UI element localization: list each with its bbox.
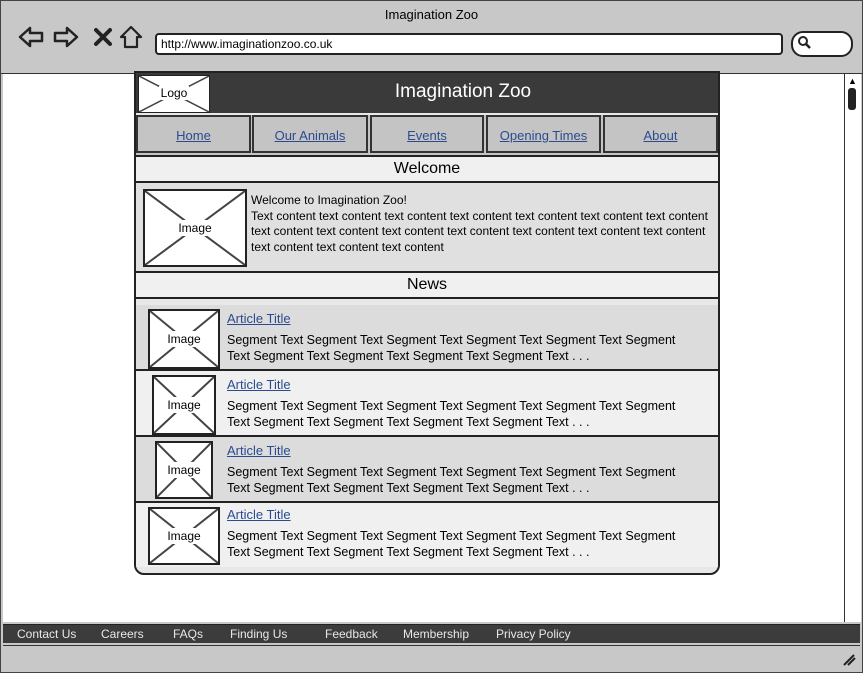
forward-arrow-icon[interactable]	[52, 23, 80, 51]
article-image-label: Image	[164, 331, 204, 347]
article-text: Segment Text Segment Text Segment Text S…	[227, 465, 676, 495]
site-title: Imagination Zoo	[394, 81, 532, 102]
logo-label: Logo	[158, 86, 190, 100]
article-title-link[interactable]: Article Title	[227, 443, 291, 458]
welcome-section: Image Welcome to Imagination Zoo! Text c…	[136, 183, 718, 271]
article-image: Image	[148, 309, 220, 369]
home-icon[interactable]	[117, 23, 145, 51]
article-image-label: Image	[164, 397, 204, 413]
site-header: Logo Imagination Zoo	[136, 73, 718, 113]
search-icon[interactable]	[797, 35, 811, 52]
article-text: Segment Text Segment Text Segment Text S…	[227, 529, 676, 559]
welcome-body: Text content text content text content t…	[251, 208, 708, 254]
footer-bar: Contact Us Careers FAQs Finding Us Feedb…	[3, 624, 860, 643]
welcome-image-label: Image	[175, 220, 215, 236]
welcome-image: Image	[143, 189, 247, 267]
browser-window: Imagination Zoo http://www.imaginationzo…	[0, 0, 863, 673]
article-image: Image	[148, 507, 220, 565]
article-image: Image	[152, 375, 216, 435]
window-title: Imagination Zoo	[384, 7, 479, 22]
footer-careers[interactable]: Careers	[101, 627, 144, 641]
nav-events[interactable]: Events	[370, 115, 484, 153]
article-text: Segment Text Segment Text Segment Text S…	[227, 399, 676, 429]
footer-contact-us[interactable]: Contact Us	[17, 627, 76, 641]
article-title-link[interactable]: Article Title	[227, 377, 291, 392]
nav-home[interactable]: Home	[136, 115, 251, 153]
welcome-text: Welcome to Imagination Zoo! Text content…	[251, 193, 713, 255]
news-article: Image Article Title Segment Text Segment…	[136, 503, 718, 567]
news-article: Image Article Title Segment Text Segment…	[136, 305, 718, 371]
news-article: Image Article Title Segment Text Segment…	[136, 437, 718, 503]
footer-membership[interactable]: Membership	[403, 627, 469, 641]
nav-about[interactable]: About	[603, 115, 718, 153]
article-text: Segment Text Segment Text Segment Text S…	[227, 333, 676, 363]
scroll-up-icon[interactable]: ▲	[848, 76, 857, 86]
nav-opening-times[interactable]: Opening Times	[486, 115, 601, 153]
footer-finding-us[interactable]: Finding Us	[230, 627, 287, 641]
article-title-link[interactable]: Article Title	[227, 311, 291, 326]
status-bar	[3, 645, 860, 672]
vertical-scrollbar[interactable]: ▲	[844, 74, 861, 622]
back-arrow-icon[interactable]	[17, 23, 45, 51]
article-title-link[interactable]: Article Title	[227, 507, 291, 522]
search-box[interactable]	[791, 31, 853, 57]
website-frame: Logo Imagination Zoo Home Our Animals Ev…	[134, 71, 720, 575]
url-bar[interactable]: http://www.imaginationzoo.co.uk	[155, 33, 783, 55]
footer-feedback[interactable]: Feedback	[325, 627, 378, 641]
welcome-greeting: Welcome to Imagination Zoo!	[251, 193, 407, 207]
article-image: Image	[155, 441, 213, 499]
nav-our-animals[interactable]: Our Animals	[252, 115, 368, 153]
news-article: Image Article Title Segment Text Segment…	[136, 371, 718, 437]
site-logo[interactable]: Logo	[138, 75, 210, 113]
article-image-label: Image	[164, 528, 204, 544]
main-nav: Home Our Animals Events Opening Times Ab…	[136, 115, 718, 157]
news-heading: News	[136, 271, 718, 299]
welcome-heading: Welcome	[136, 155, 718, 183]
article-image-label: Image	[164, 462, 204, 478]
scroll-thumb[interactable]	[848, 88, 856, 110]
footer-privacy-policy[interactable]: Privacy Policy	[496, 627, 571, 641]
footer-faqs[interactable]: FAQs	[173, 627, 203, 641]
close-icon[interactable]	[89, 23, 117, 51]
resize-grip-icon[interactable]	[842, 654, 856, 669]
browser-toolbar: Imagination Zoo http://www.imaginationzo…	[1, 1, 862, 74]
